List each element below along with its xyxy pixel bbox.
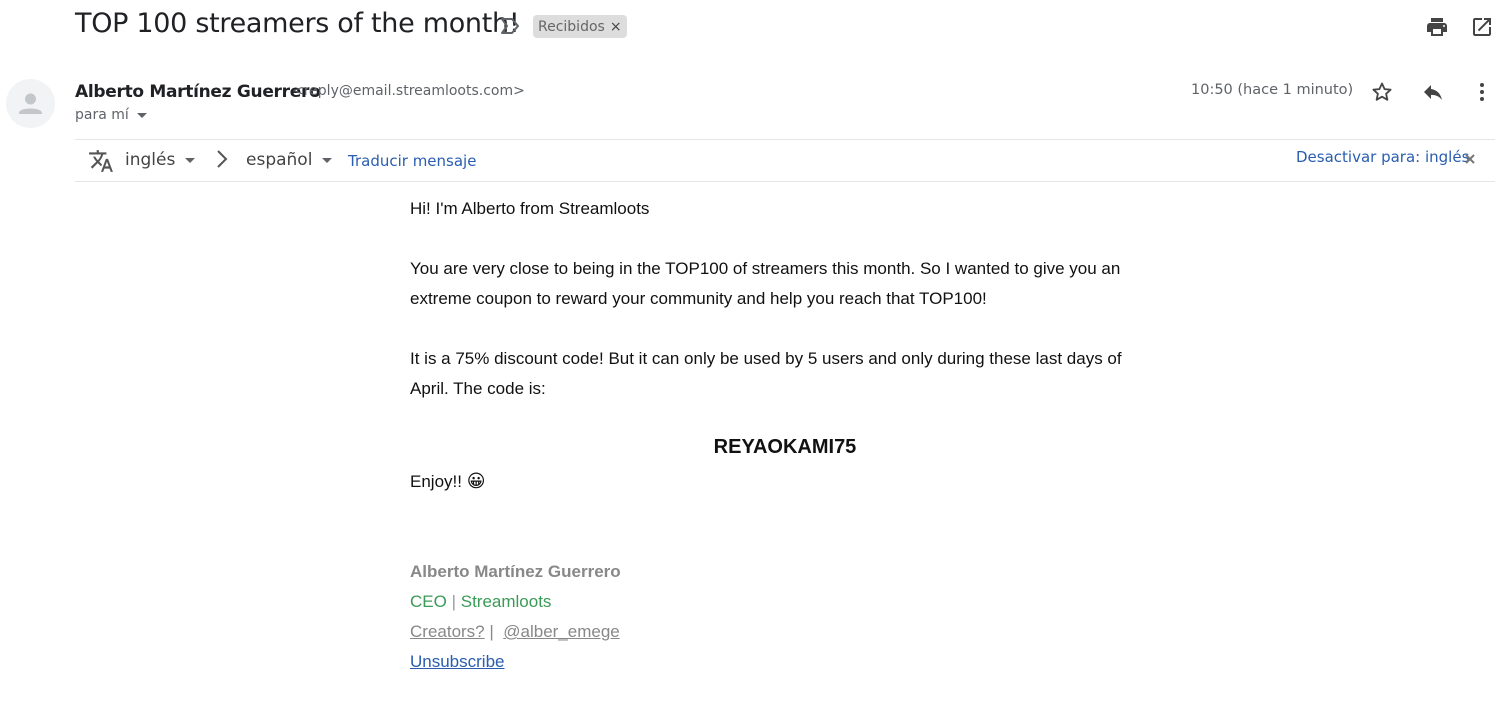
disable-translation-link[interactable]: Desactivar para: inglés [1296, 148, 1469, 166]
caret-down-icon [322, 157, 333, 163]
twitter-handle-link[interactable]: @alber_emege [503, 622, 620, 641]
caret-down-icon [185, 157, 196, 163]
translate-message-link[interactable]: Traducir mensaje [348, 152, 476, 170]
paragraph-2-line-2: April. The code is: [410, 379, 546, 398]
sender-name[interactable]: Alberto Martínez Guerrero [75, 82, 321, 102]
closing-text: Enjoy!! [410, 472, 462, 491]
source-language-label: inglés [125, 150, 176, 170]
caret-down-icon [136, 112, 147, 118]
translate-icon [88, 148, 114, 174]
close-translate-icon[interactable] [1463, 152, 1477, 166]
signature-role: CEO [410, 592, 447, 611]
unsubscribe-link[interactable]: Unsubscribe [410, 652, 505, 672]
recipient-details-toggle[interactable]: para mí [75, 107, 147, 123]
grinning-face-icon: 😀 [466, 471, 486, 492]
label-chip-text: Recibidos [538, 18, 605, 35]
open-in-new-window-icon[interactable] [1469, 14, 1495, 40]
sender-email: <reply@email.streamloots.com> [292, 83, 525, 99]
chevron-right-icon [215, 148, 229, 170]
signature-links-separator: | [489, 622, 494, 641]
source-language-select[interactable]: inglés [125, 150, 196, 170]
reply-icon[interactable] [1420, 79, 1446, 105]
recipient-label: para mí [75, 107, 129, 123]
more-options-icon[interactable] [1469, 79, 1495, 105]
print-icon[interactable] [1424, 14, 1450, 40]
star-icon[interactable] [1369, 79, 1395, 105]
closing-line: Enjoy!! 😀 [410, 467, 485, 497]
translate-bar: inglés español Traducir mensaje Desactiv… [75, 140, 1495, 181]
signature-title: CEO | Streamloots [410, 592, 551, 612]
signature-company: Streamloots [460, 592, 552, 611]
paragraph-1-line-1: You are very close to being in the TOP10… [410, 259, 1121, 278]
greeting-text: Hi! I'm Alberto from Streamloots [410, 199, 650, 218]
creators-link[interactable]: Creators? [410, 622, 485, 641]
signature-separator: | [451, 592, 456, 611]
signature-links: Creators? | @alber_emege [410, 622, 620, 642]
coupon-code: REYAOKAMI75 [713, 436, 857, 458]
paragraph-2-line-1: It is a 75% discount code! But it can on… [410, 349, 1122, 368]
paragraph-1-line-2: extreme coupon to reward your community … [410, 289, 987, 308]
signature-name: Alberto Martínez Guerrero [410, 562, 621, 581]
message-time: 10:50 (hace 1 minuto) [1191, 82, 1354, 98]
divider-bottom [75, 181, 1495, 182]
sender-avatar[interactable] [6, 79, 55, 128]
label-chip-inbox: Recibidos × [533, 15, 627, 38]
importance-marker-icon[interactable] [499, 16, 521, 36]
email-subject: TOP 100 streamers of the month! [75, 8, 520, 39]
remove-label-button[interactable]: × [610, 19, 622, 35]
target-language-label: español [246, 150, 313, 170]
target-language-select[interactable]: español [246, 150, 333, 170]
